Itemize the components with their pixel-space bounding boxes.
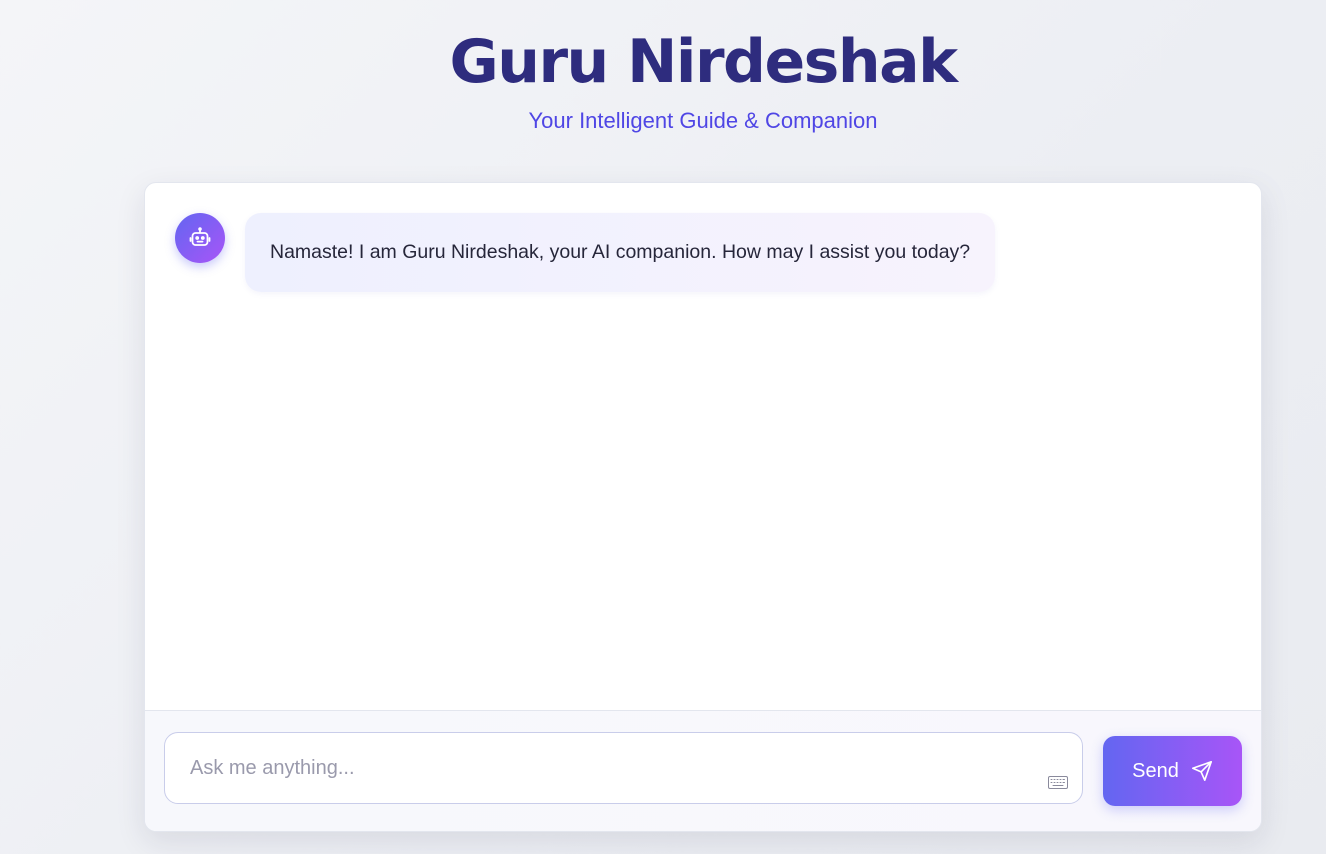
message-list[interactable]: Namaste! I am Guru Nirdeshak, your AI co… bbox=[145, 183, 1261, 712]
page-header: Guru Nirdeshak Your Intelligent Guide & … bbox=[0, 26, 1326, 134]
message-bubble: Namaste! I am Guru Nirdeshak, your AI co… bbox=[245, 213, 996, 292]
composer-bar: Send bbox=[145, 710, 1261, 831]
chat-window: Namaste! I am Guru Nirdeshak, your AI co… bbox=[144, 182, 1262, 832]
paper-plane-icon bbox=[1191, 761, 1212, 781]
app-subtitle: Your Intelligent Guide & Companion bbox=[528, 108, 878, 133]
chat-input[interactable] bbox=[165, 733, 1082, 803]
bot-avatar bbox=[175, 213, 225, 263]
app-title: Guru Nirdeshak bbox=[449, 27, 959, 97]
chat-input-wrapper bbox=[164, 732, 1083, 804]
bot-message: Namaste! I am Guru Nirdeshak, your AI co… bbox=[175, 213, 996, 292]
send-button[interactable]: Send bbox=[1103, 736, 1242, 806]
keyboard-icon[interactable] bbox=[1048, 776, 1068, 789]
send-button-label: Send bbox=[1132, 759, 1179, 782]
robot-icon bbox=[189, 227, 211, 246]
